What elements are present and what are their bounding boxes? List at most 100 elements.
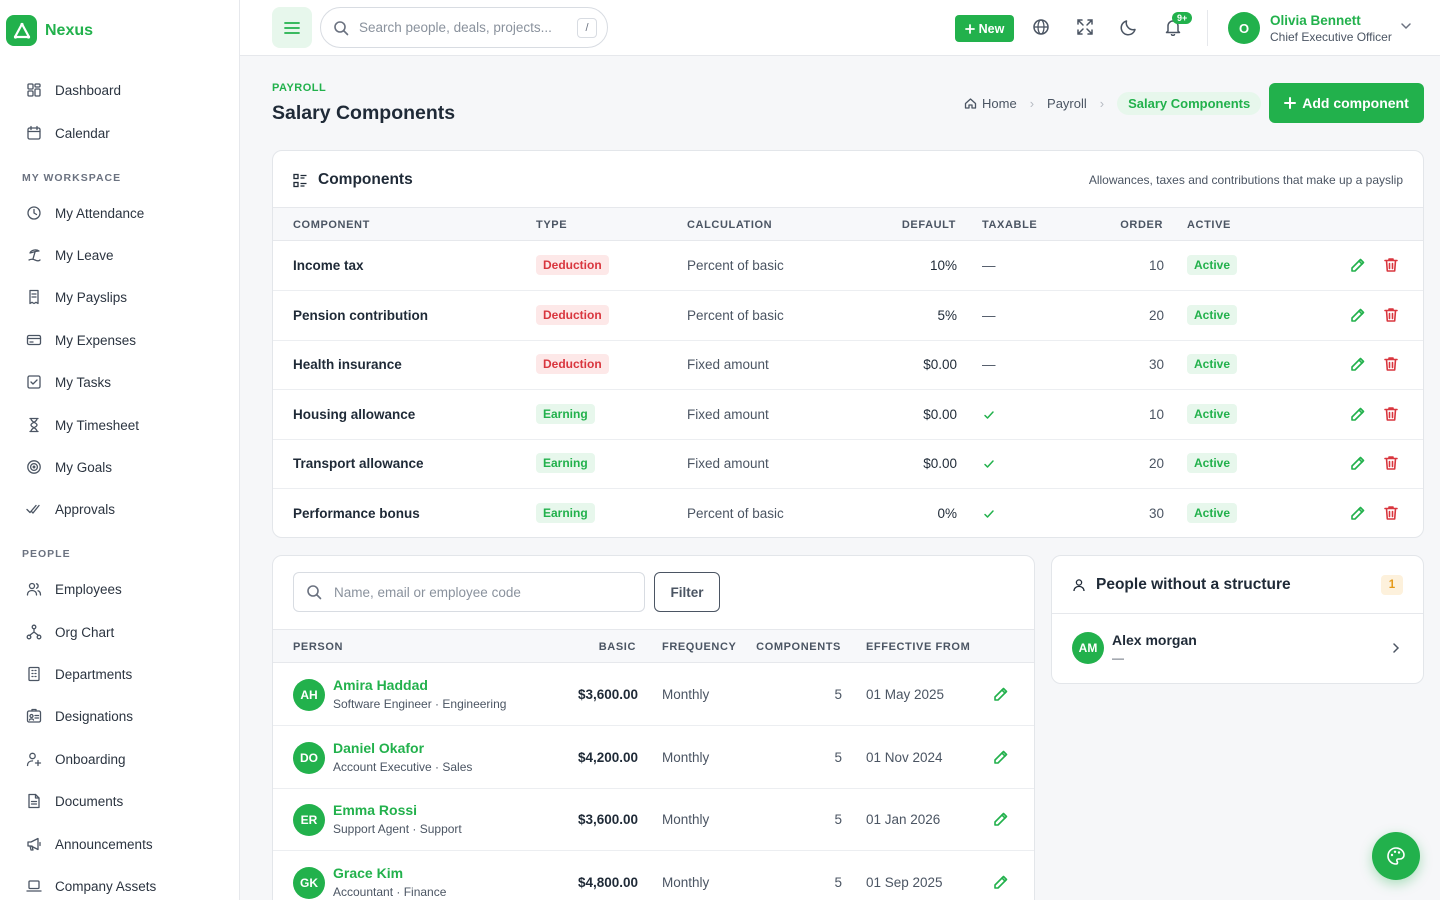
page-title: Salary Components xyxy=(272,102,456,124)
sidebar-item-approvals[interactable]: Approvals xyxy=(26,501,115,517)
megaphone-icon xyxy=(26,836,42,852)
person-effective-from: 01 Jan 2026 xyxy=(866,812,941,827)
edit-icon[interactable] xyxy=(992,810,1010,828)
sidebar-item-my-payslips[interactable]: My Payslips xyxy=(26,289,127,305)
table-row: Health insurance Deduction Fixed amount $0.… xyxy=(273,340,1423,391)
edit-icon[interactable] xyxy=(1349,306,1367,324)
edit-icon[interactable] xyxy=(1349,256,1367,274)
person-name[interactable]: Emma Rossi xyxy=(333,802,417,818)
sidebar-item-label: My Leave xyxy=(55,247,114,263)
sidebar-item-designations[interactable]: Designations xyxy=(26,708,133,724)
sidebar-item-announcements[interactable]: Announcements xyxy=(26,836,153,852)
sidebar-item-org-chart[interactable]: Org Chart xyxy=(26,624,114,640)
home-icon xyxy=(964,97,977,109)
delete-icon[interactable] xyxy=(1382,355,1400,373)
sidebar-item-label: My Payslips xyxy=(55,289,128,305)
table-row: Income tax Deduction Percent of basic 10% — 1… xyxy=(273,241,1423,291)
edit-icon[interactable] xyxy=(1349,504,1367,522)
person-name[interactable]: Grace Kim xyxy=(333,865,403,881)
table-row[interactable]: ER Emma Rossi Support Agent · Support $3,60… xyxy=(273,788,1034,851)
palette-icon xyxy=(1387,847,1405,865)
delete-icon[interactable] xyxy=(1382,256,1400,274)
new-button[interactable]: New xyxy=(955,15,1014,42)
component-calculation: Percent of basic xyxy=(687,307,784,323)
component-calculation: Fixed amount xyxy=(687,357,769,373)
person-role: Account Executive · Sales xyxy=(333,759,473,774)
globe-icon[interactable] xyxy=(1032,18,1052,38)
table-row[interactable]: AH Amira Haddad Software Engineer · Engine… xyxy=(273,663,1034,726)
sidebar-item-label: Onboarding xyxy=(55,751,126,767)
person-components: 5 xyxy=(834,874,842,890)
check-icon xyxy=(982,457,996,471)
sidebar-item-my-goals[interactable]: My Goals xyxy=(26,459,112,475)
dark-mode-icon[interactable] xyxy=(1120,18,1140,38)
components-card: Components Allowances, taxes and contrib… xyxy=(272,150,1424,538)
brand[interactable]: Nexus xyxy=(6,15,93,46)
people-search-input[interactable] xyxy=(334,584,624,600)
new-button-label: New xyxy=(978,21,1005,36)
delete-icon[interactable] xyxy=(1382,504,1400,522)
chevron-right-icon[interactable] xyxy=(1391,642,1401,654)
sidebar-item-departments[interactable]: Departments xyxy=(26,666,132,682)
sidebar-item-my-leave[interactable]: My Leave xyxy=(26,247,114,263)
delete-icon[interactable] xyxy=(1382,306,1400,324)
sidebar-item-my-expenses[interactable]: My Expenses xyxy=(26,332,136,348)
filter-button[interactable]: Filter xyxy=(654,572,720,612)
people-search[interactable] xyxy=(293,572,645,612)
breadcrumb-current: Salary Components xyxy=(1117,91,1262,115)
edit-icon[interactable] xyxy=(992,873,1010,891)
user-role: Chief Executive Officer xyxy=(1270,30,1392,44)
delete-icon[interactable] xyxy=(1382,454,1400,472)
edit-icon[interactable] xyxy=(1349,405,1367,423)
menu-toggle-button[interactable] xyxy=(272,7,312,48)
component-default: $0.00 xyxy=(923,456,957,472)
breadcrumb-payroll[interactable]: Payroll xyxy=(1047,96,1087,111)
th-calculation: CALCULATION xyxy=(687,219,773,231)
sidebar-item-label: Org Chart xyxy=(55,624,115,640)
sidebar: Nexus Dashboard Calendar MY WORKSPACE My At… xyxy=(0,0,240,900)
th-component: COMPONENT xyxy=(293,219,370,231)
components-subtitle: Allowances, taxes and contributions that… xyxy=(1088,173,1403,187)
table-row[interactable]: DO Daniel Okafor Account Executive · Sales… xyxy=(273,726,1034,789)
fullscreen-icon[interactable] xyxy=(1076,18,1096,38)
hamburger-icon xyxy=(284,21,300,34)
component-default: $0.00 xyxy=(923,406,957,422)
sidebar-item-my-tasks[interactable]: My Tasks xyxy=(26,374,111,390)
theme-customizer-button[interactable] xyxy=(1372,832,1420,880)
avatar: GK xyxy=(293,866,325,899)
sidebar-item-dashboard[interactable]: Dashboard xyxy=(26,82,121,98)
component-calculation: Fixed amount xyxy=(687,406,769,422)
sidebar-item-onboarding[interactable]: Onboarding xyxy=(26,751,126,767)
person-name[interactable]: Amira Haddad xyxy=(333,677,428,693)
table-row[interactable]: GK Grace Kim Accountant · Finance $4,800.00… xyxy=(273,851,1034,900)
add-component-button[interactable]: Add component xyxy=(1269,83,1424,123)
edit-icon[interactable] xyxy=(1349,454,1367,472)
person-name[interactable]: Daniel Okafor xyxy=(333,740,424,756)
add-component-label: Add component xyxy=(1302,95,1409,111)
user-avatar[interactable]: O xyxy=(1228,12,1260,44)
component-calculation: Percent of basic xyxy=(687,506,784,521)
sidebar-item-company-assets[interactable]: Company Assets xyxy=(26,878,156,894)
edit-icon[interactable] xyxy=(1349,355,1367,373)
chevron-down-icon[interactable] xyxy=(1400,20,1412,32)
sidebar-item-documents[interactable]: Documents xyxy=(26,793,123,809)
search-shortcut-key: / xyxy=(577,18,597,38)
nexus-logo-icon xyxy=(6,15,37,46)
breadcrumb-home[interactable]: Home xyxy=(982,96,1017,111)
edit-icon[interactable] xyxy=(992,748,1010,766)
edit-icon[interactable] xyxy=(992,685,1010,703)
delete-icon[interactable] xyxy=(1382,405,1400,423)
person-basic: $3,600.00 xyxy=(577,812,638,827)
sidebar-item-my-attendance[interactable]: My Attendance xyxy=(26,205,144,221)
global-search-input[interactable] xyxy=(359,20,569,35)
plus-icon xyxy=(964,23,975,34)
sidebar-item-calendar[interactable]: Calendar xyxy=(26,125,110,141)
th-basic: BASIC xyxy=(598,641,636,653)
avatar: ER xyxy=(293,804,325,836)
breadcrumb-separator: › xyxy=(1029,95,1035,111)
sidebar-item-my-timesheet[interactable]: My Timesheet xyxy=(26,417,139,433)
user-name[interactable]: Olivia Bennett xyxy=(1270,13,1361,28)
sidebar-item-employees[interactable]: Employees xyxy=(26,581,122,597)
check-icon xyxy=(982,408,996,422)
global-search[interactable]: / xyxy=(320,7,608,48)
